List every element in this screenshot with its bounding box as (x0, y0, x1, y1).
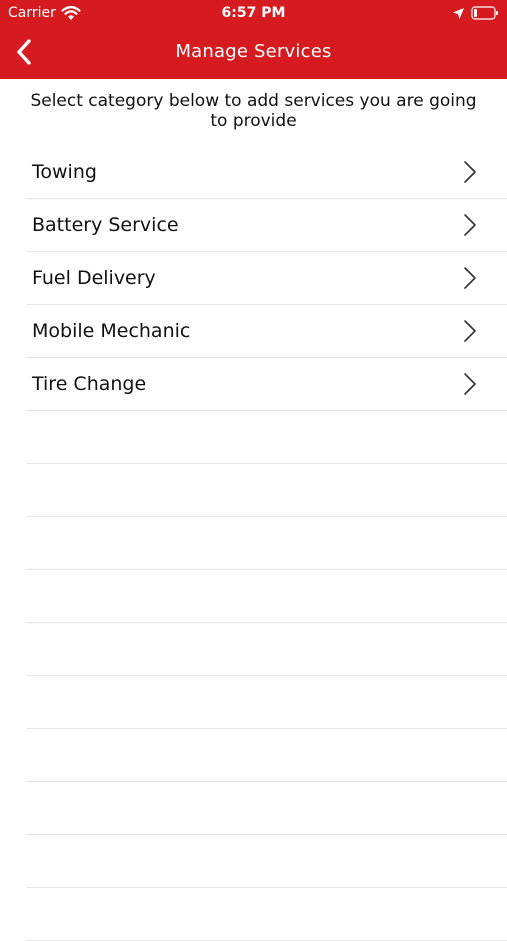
empty-row (26, 464, 507, 517)
service-label: Battery Service (32, 214, 179, 236)
status-indicators (452, 6, 499, 20)
chevron-right-icon (464, 320, 476, 342)
service-row-tire-change[interactable]: Tire Change (26, 358, 507, 411)
chevron-right-icon (464, 267, 476, 289)
status-time: 6:57 PM (221, 5, 286, 21)
instructions-text: Select category below to add services yo… (30, 91, 477, 131)
chevron-right-icon (464, 214, 476, 236)
empty-row (26, 835, 507, 888)
chevron-right-icon (464, 161, 476, 183)
empty-row (26, 411, 507, 464)
service-label: Towing (32, 161, 97, 183)
service-category-list: Towing Battery Service Fuel Delivery Mob… (26, 146, 507, 941)
app-header: Carrier 6:57 PM Manage Services (0, 0, 507, 79)
empty-row (26, 676, 507, 729)
service-label: Mobile Mechanic (32, 320, 191, 342)
empty-row (26, 729, 507, 782)
empty-row (26, 570, 507, 623)
service-row-towing[interactable]: Towing (26, 146, 507, 199)
status-bar: Carrier 6:57 PM (0, 0, 507, 28)
empty-row (26, 623, 507, 676)
service-row-mobile-mechanic[interactable]: Mobile Mechanic (26, 305, 507, 358)
location-arrow-icon (453, 7, 464, 19)
battery-icon (471, 6, 498, 20)
empty-row (26, 888, 507, 941)
service-label: Fuel Delivery (32, 267, 156, 289)
service-row-fuel-delivery[interactable]: Fuel Delivery (26, 252, 507, 305)
navigation-bar: Manage Services (0, 28, 507, 79)
empty-row (26, 782, 507, 835)
service-row-battery-service[interactable]: Battery Service (26, 199, 507, 252)
service-label: Tire Change (32, 373, 147, 395)
page-title: Manage Services (175, 41, 332, 62)
empty-row (26, 517, 507, 570)
chevron-right-icon (464, 373, 476, 395)
